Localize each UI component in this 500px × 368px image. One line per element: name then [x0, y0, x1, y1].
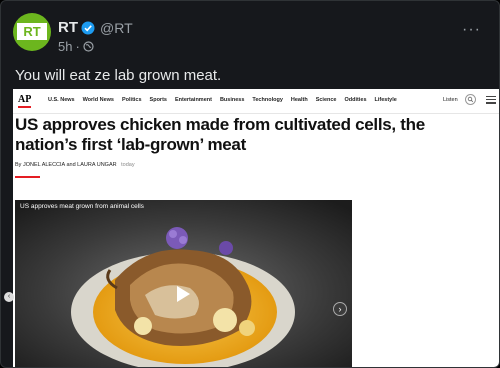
video-thumbnail	[15, 200, 352, 367]
avatar[interactable]: RT	[13, 13, 51, 51]
more-horizontal-icon[interactable]: ···	[462, 21, 481, 39]
meta-separator: ·	[75, 39, 80, 54]
tweet-card[interactable]: RT RT @RT 5h · ··· You will eat ze lab g…	[0, 0, 500, 368]
hamburger-menu-icon[interactable]	[486, 96, 496, 104]
listen-button[interactable]: Listen	[443, 97, 458, 103]
chevron-right-icon[interactable]: ›	[333, 302, 347, 316]
tweet-text: You will eat ze lab grown meat.	[15, 67, 222, 84]
article-headline[interactable]: US approves chicken made from cultivated…	[15, 115, 485, 155]
nav-item[interactable]: Technology	[252, 97, 282, 103]
nav-item[interactable]: Sports	[150, 97, 167, 103]
nav-menu: U.S. News World News Politics Sports Ent…	[48, 97, 397, 103]
byline-time: today	[121, 162, 135, 168]
nav-item[interactable]: Entertainment	[175, 97, 212, 103]
search-icon[interactable]	[465, 94, 476, 105]
nav-item[interactable]: Business	[220, 97, 244, 103]
accent-divider	[15, 176, 40, 178]
logo-underline	[18, 106, 31, 108]
nav-item[interactable]: Science	[316, 97, 337, 103]
account-handle[interactable]: @RT	[100, 20, 133, 36]
article-screenshot[interactable]: AP U.S. News World News Politics Sports …	[13, 89, 499, 367]
nav-item[interactable]: Lifestyle	[375, 97, 397, 103]
rt-logo-icon: RT	[17, 23, 47, 40]
nav-item[interactable]: Politics	[122, 97, 142, 103]
account-name[interactable]: RT	[58, 19, 78, 36]
ap-logo[interactable]: AP	[18, 94, 31, 108]
tweet-meta: 5h ·	[58, 39, 94, 54]
nav-item[interactable]: Health	[291, 97, 308, 103]
video-caption: US approves meat grown from animal cells	[20, 203, 144, 210]
site-nav: AP U.S. News World News Politics Sports …	[13, 89, 499, 114]
nav-item[interactable]: U.S. News	[48, 97, 75, 103]
nav-item[interactable]: Oddities	[345, 97, 367, 103]
nav-item[interactable]: World News	[83, 97, 114, 103]
play-icon[interactable]	[177, 286, 190, 302]
globe-icon	[83, 41, 94, 52]
byline-authors: By JONEL ALECCIA and LAURA UNGAR	[15, 162, 117, 168]
svg-text:RT: RT	[23, 24, 40, 39]
verified-badge-icon	[81, 21, 95, 34]
chevron-left-icon[interactable]: ‹	[4, 292, 14, 302]
time-ago[interactable]: 5h	[58, 39, 72, 54]
account-row: RT @RT	[58, 19, 133, 36]
article-byline: By JONEL ALECCIA and LAURA UNGAR today	[15, 162, 135, 168]
video-player[interactable]: US approves meat grown from animal cells…	[15, 200, 352, 367]
